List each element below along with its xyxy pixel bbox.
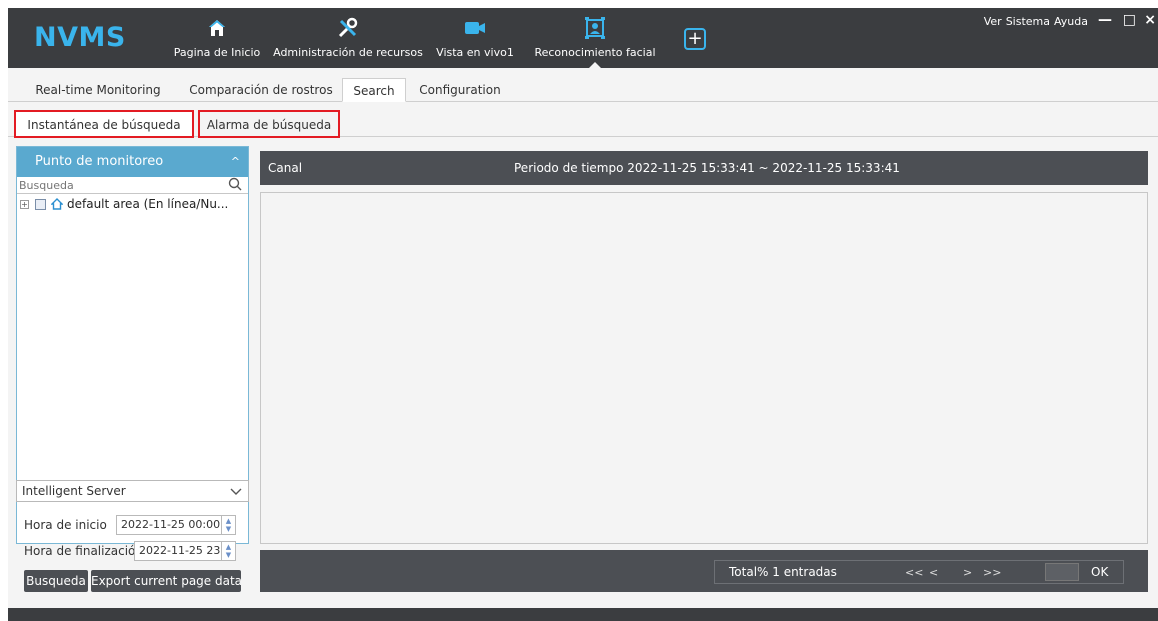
tree-item-label: default area (En línea/Nu...: [67, 197, 229, 211]
prev-page-button[interactable]: <: [929, 566, 938, 579]
menu-sistema[interactable]: Sistema: [1006, 15, 1050, 28]
results-header: Canal Periodo de tiempo 2022-11-25 15:33…: [260, 151, 1148, 185]
status-bar: [8, 608, 1158, 621]
results-footer: Total% 1 entradas << < > >> OK: [260, 550, 1148, 592]
panel-title: Punto de monitoreo: [35, 154, 164, 169]
add-tab-button[interactable]: +: [684, 28, 706, 50]
time-period: Periodo de tiempo 2022-11-25 15:33:41 ~ …: [514, 161, 900, 175]
first-page-button[interactable]: <<: [905, 566, 923, 579]
ok-button[interactable]: OK: [1091, 565, 1108, 579]
area-home-icon: [51, 198, 63, 210]
spin-up-icon[interactable]: ▲: [226, 543, 231, 551]
spin-up-icon[interactable]: ▲: [226, 517, 231, 525]
minimize-icon[interactable]: —: [1098, 12, 1112, 28]
search-button[interactable]: Busqueda: [24, 570, 88, 592]
page-number-input[interactable]: [1045, 563, 1079, 581]
panel-header[interactable]: Punto de monitoreo ^: [17, 147, 248, 177]
nav-home-label: Pagina de Inicio: [173, 46, 261, 59]
plus-icon: +: [687, 28, 703, 49]
tab-snapshot-search[interactable]: Instantánea de búsqueda: [14, 110, 194, 138]
nav-home[interactable]: Pagina de Inicio: [164, 8, 270, 68]
end-time-label: Hora de finalización: [24, 544, 134, 558]
nav-resource-admin-label: Administración de recursos: [273, 46, 423, 59]
top-bar: NVMS Pagina de Inicio Administración de …: [8, 8, 1158, 68]
tab-alarm-search[interactable]: Alarma de búsqueda: [198, 110, 340, 138]
start-time-row: Hora de inicio 2022-11-25 00:00 ▲ ▼: [24, 514, 236, 536]
app-logo: NVMS: [34, 22, 126, 53]
nav-resource-admin[interactable]: Administración de recursos: [264, 8, 432, 68]
last-page-button[interactable]: >>: [983, 566, 1001, 579]
search-icon[interactable]: [228, 177, 242, 194]
end-time-spinner[interactable]: ▲ ▼: [222, 541, 236, 561]
next-page-button[interactable]: >: [963, 566, 972, 579]
total-entries: Total% 1 entradas: [729, 565, 837, 579]
pager: Total% 1 entradas << < > >> OK: [714, 560, 1124, 584]
collapse-icon[interactable]: ^: [231, 147, 240, 177]
spin-down-icon[interactable]: ▼: [226, 551, 231, 559]
tab-search[interactable]: Search: [342, 78, 406, 102]
face-recognition-icon: [584, 16, 606, 40]
sub-tabs: Instantánea de búsqueda Alarma de búsque…: [8, 103, 1158, 138]
tab-real-time-monitoring[interactable]: Real-time Monitoring: [22, 78, 174, 102]
end-time-row: Hora de finalización 2022-11-25 23:59 ▲ …: [24, 540, 236, 562]
tools-icon: [337, 16, 359, 40]
tab-configuration[interactable]: Configuration: [408, 78, 512, 102]
search-box: [17, 177, 248, 194]
time-period-label: Periodo de tiempo: [514, 161, 624, 175]
home-icon: [207, 16, 227, 40]
end-time-input[interactable]: 2022-11-25 23:59: [134, 541, 222, 561]
search-input[interactable]: [17, 177, 217, 193]
server-select-value: Intelligent Server: [22, 484, 126, 498]
start-time-label: Hora de inicio: [24, 518, 107, 532]
time-period-value: 2022-11-25 15:33:41 ~ 2022-11-25 15:33:4…: [627, 161, 900, 175]
export-page-button[interactable]: Export current page data: [91, 570, 241, 592]
server-select[interactable]: Intelligent Server: [16, 480, 249, 502]
results-area: [260, 192, 1148, 544]
tree-checkbox[interactable]: [35, 198, 46, 210]
tab-face-comparison[interactable]: Comparación de rostros: [176, 78, 346, 102]
chevron-down-icon: [230, 481, 242, 507]
nav-live-view-label: Vista en vivo1: [436, 46, 514, 59]
close-icon[interactable]: ×: [1144, 12, 1156, 28]
main-tabs: Real-time Monitoring Comparación de rost…: [8, 78, 1158, 102]
nav-face-recognition[interactable]: Reconocimiento facial: [520, 8, 670, 68]
nav-face-recognition-label: Reconocimiento facial: [534, 46, 656, 59]
tree-expand-icon[interactable]: +: [20, 199, 29, 209]
column-canal: Canal: [268, 161, 303, 175]
maximize-icon[interactable]: □: [1123, 12, 1136, 28]
menu-ayuda[interactable]: Ayuda: [1054, 15, 1088, 28]
spin-down-icon[interactable]: ▼: [226, 525, 231, 533]
tree-item-default-area[interactable]: + default area (En línea/Nu...: [17, 194, 248, 214]
menu-ver[interactable]: Ver: [984, 15, 1002, 28]
nav-live-view[interactable]: Vista en vivo1: [432, 8, 518, 68]
start-time-spinner[interactable]: ▲ ▼: [222, 515, 236, 535]
camera-icon: [464, 16, 486, 40]
system-menu: Ver Sistema Ayuda: [984, 15, 1088, 28]
start-time-input[interactable]: 2022-11-25 00:00: [116, 515, 222, 535]
